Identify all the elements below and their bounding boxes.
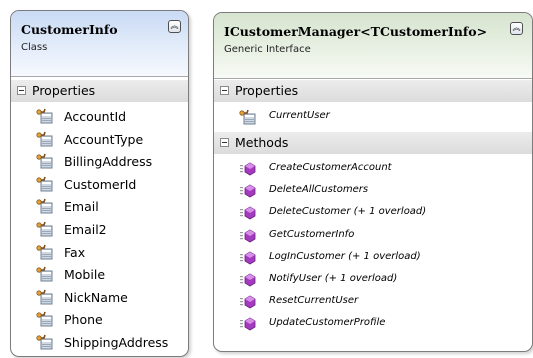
- interface-methods-section-header[interactable]: Methods: [214, 132, 532, 154]
- minus-box-icon[interactable]: [220, 138, 229, 147]
- method-item[interactable]: UpdateCustomerProfile: [236, 314, 528, 336]
- method-item[interactable]: DeleteCustomer (+ 1 overload): [236, 203, 528, 225]
- property-icon: [36, 289, 53, 305]
- property-icon: [36, 221, 53, 237]
- minus-box-icon[interactable]: [17, 86, 26, 95]
- method-item[interactable]: ResetCurrentUser: [236, 292, 528, 314]
- double-chevron-up-icon[interactable]: ︽: [510, 22, 523, 35]
- interface-kind: Generic Interface: [224, 44, 311, 55]
- property-item[interactable]: CustomerId: [33, 174, 188, 196]
- property-icon: [36, 108, 53, 124]
- method-icon: [240, 184, 256, 198]
- property-name: CurrentUser: [269, 110, 330, 121]
- property-icon: [239, 109, 256, 125]
- interface-header: ICustomerManager<TCustomerInfo> Generic …: [214, 13, 532, 79]
- method-name: NotifyUser (+ 1 overload): [269, 273, 398, 284]
- class-shape-customerinfo[interactable]: CustomerInfo Class ︽ Properties AccountI…: [10, 10, 189, 357]
- property-icon: [36, 176, 53, 192]
- class-properties-section-header[interactable]: Properties: [11, 80, 188, 102]
- method-name: CreateCustomerAccount: [269, 162, 392, 173]
- property-name: Mobile: [64, 267, 106, 283]
- double-chevron-up-icon[interactable]: ︽: [168, 20, 181, 33]
- minus-box-icon[interactable]: [220, 86, 229, 95]
- method-name: DeleteCustomer (+ 1 overload): [269, 206, 427, 218]
- interface-name: ICustomerManager<TCustomerInfo>: [224, 24, 488, 39]
- property-item[interactable]: AccountId: [33, 106, 188, 128]
- method-icon: [240, 206, 256, 220]
- property-item[interactable]: Fax: [33, 242, 188, 264]
- property-name: Phone: [64, 312, 103, 328]
- interface-properties-section-header[interactable]: Properties: [214, 80, 532, 102]
- class-kind: Class: [21, 42, 48, 53]
- property-icon: [36, 244, 53, 260]
- property-name: AccountId: [64, 109, 127, 124]
- property-item[interactable]: CurrentUser: [236, 107, 528, 129]
- property-name: Email2: [64, 222, 107, 237]
- property-name: ShippingAddress: [64, 335, 169, 350]
- method-icon: [240, 229, 256, 243]
- method-icon: [240, 273, 256, 287]
- property-item[interactable]: Phone: [33, 309, 188, 331]
- property-icon: [36, 312, 53, 327]
- method-item[interactable]: GetCustomerInfo: [236, 226, 528, 248]
- property-icon: [36, 266, 53, 282]
- section-title: Properties: [32, 83, 96, 98]
- method-item[interactable]: LogInCustomer (+ 1 overload): [236, 248, 528, 270]
- property-icon: [36, 153, 53, 169]
- section-title: Properties: [235, 83, 299, 98]
- method-name: DeleteAllCustomers: [269, 184, 369, 196]
- method-name: GetCustomerInfo: [269, 228, 355, 240]
- method-item[interactable]: DeleteAllCustomers: [236, 181, 528, 203]
- method-icon: [240, 317, 256, 331]
- method-icon: [240, 251, 256, 265]
- class-name: CustomerInfo: [21, 22, 118, 37]
- property-name: CustomerId: [64, 176, 137, 192]
- class-header: CustomerInfo Class ︽: [11, 11, 188, 77]
- property-item[interactable]: AccountType: [33, 129, 188, 151]
- method-item[interactable]: CreateCustomerAccount: [236, 159, 528, 181]
- property-name: Email: [64, 199, 99, 215]
- section-title: Methods: [235, 135, 289, 150]
- interface-shape-icustomermanager[interactable]: ICustomerManager<TCustomerInfo> Generic …: [213, 12, 533, 352]
- property-name: AccountType: [64, 131, 144, 147]
- property-icon: [36, 131, 53, 147]
- method-name: ResetCurrentUser: [269, 295, 359, 307]
- property-item[interactable]: Mobile: [33, 264, 188, 286]
- method-icon: [240, 295, 256, 309]
- method-name: UpdateCustomerProfile: [269, 317, 386, 329]
- property-item[interactable]: BillingAddress: [33, 151, 188, 173]
- property-item[interactable]: ShippingAddress: [33, 332, 188, 354]
- property-item[interactable]: Email2: [33, 219, 188, 241]
- method-name: LogInCustomer (+ 1 overload): [269, 250, 421, 262]
- method-icon: [240, 162, 256, 176]
- property-item[interactable]: Email: [33, 196, 188, 218]
- property-name: NickName: [64, 289, 128, 305]
- method-item[interactable]: NotifyUser (+ 1 overload): [236, 270, 528, 292]
- property-name: Fax: [64, 244, 86, 260]
- property-name: BillingAddress: [64, 154, 153, 170]
- property-icon: [36, 199, 53, 214]
- property-item[interactable]: NickName: [33, 287, 188, 309]
- property-icon: [36, 334, 53, 350]
